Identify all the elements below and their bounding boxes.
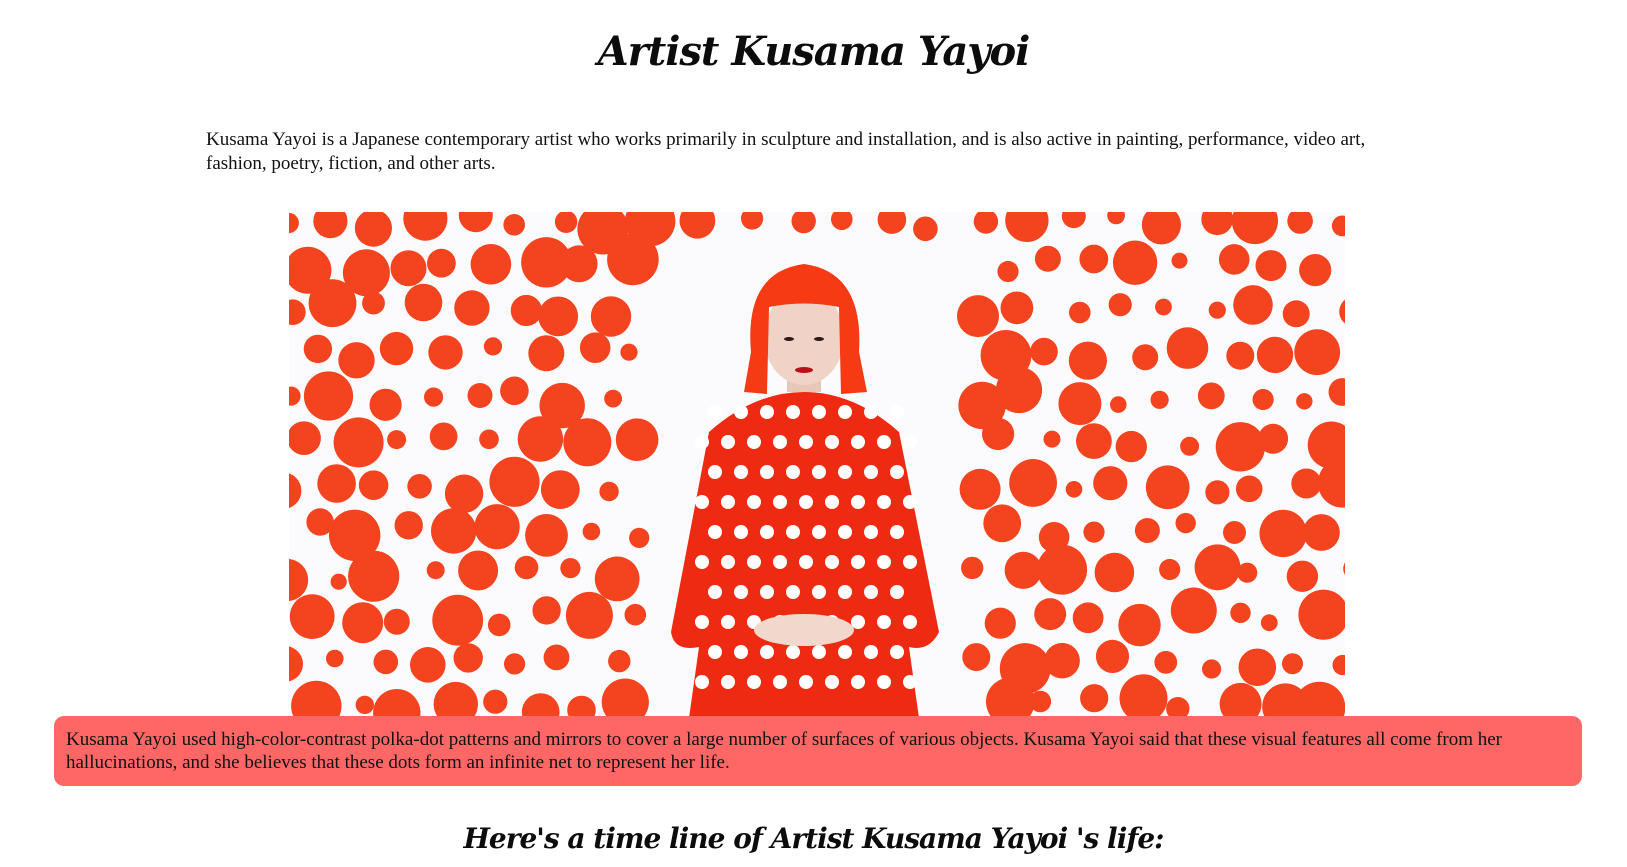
page-title: Artist Kusama Yayoi xyxy=(597,28,1031,75)
portrait-illustration xyxy=(289,212,1345,718)
page: Artist Kusama Yayoi Kusama Yayoi is a Ja… xyxy=(0,0,1627,867)
intro-paragraph: Kusama Yayoi is a Japanese contemporary … xyxy=(206,129,1366,174)
info-callout: Kusama Yayoi used high-color-contrast po… xyxy=(54,716,1582,786)
figure xyxy=(671,264,939,718)
timeline-heading: Here's a time line of Artist Kusama Yayo… xyxy=(463,822,1164,855)
artist-portrait-image xyxy=(289,212,1345,718)
callout-text: Kusama Yayoi used high-color-contrast po… xyxy=(66,729,1503,773)
